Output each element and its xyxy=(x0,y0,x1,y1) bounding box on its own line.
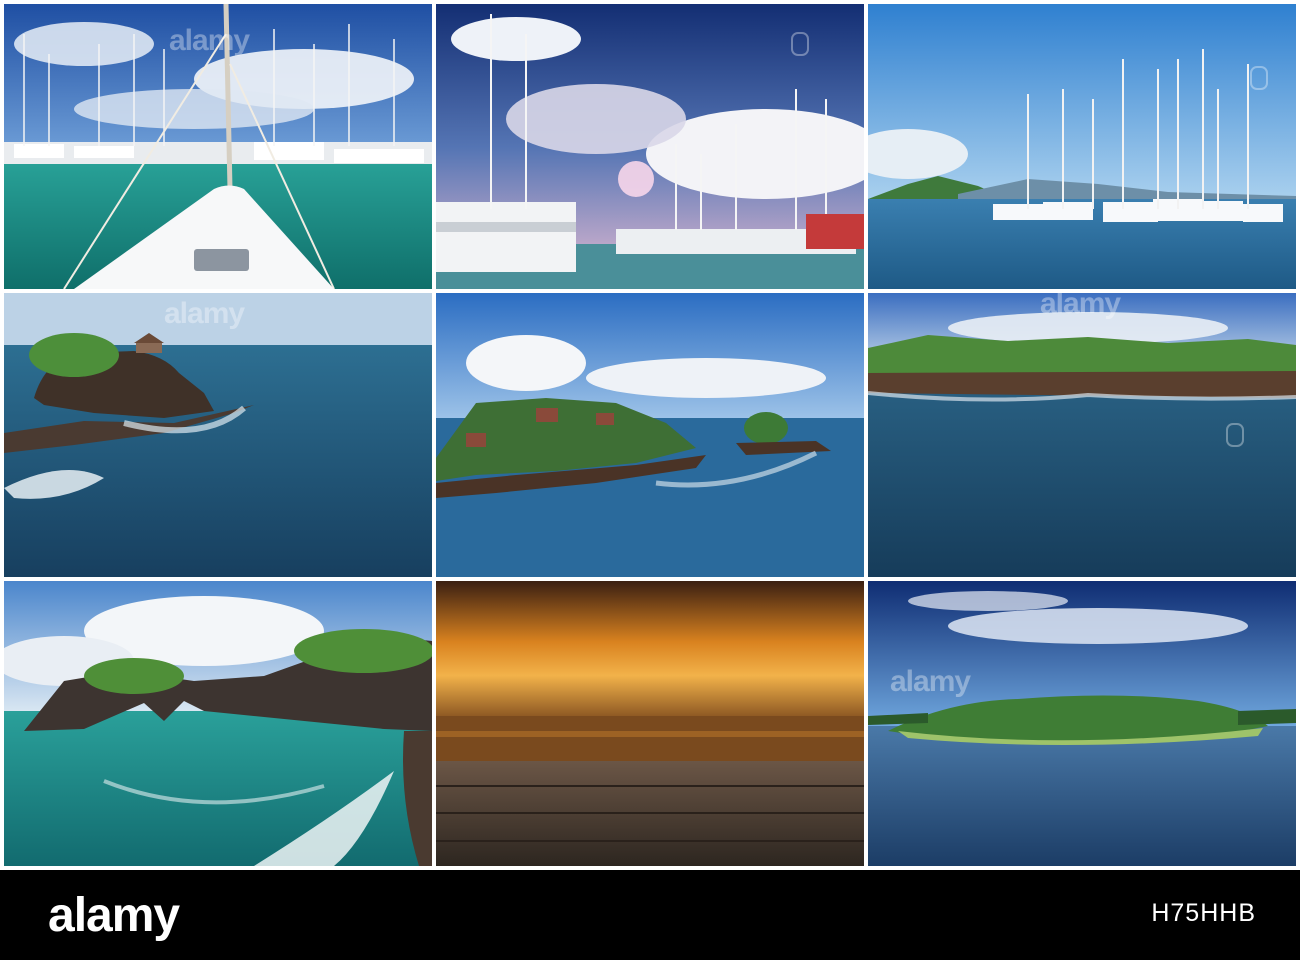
footer-image-id: H75HHB xyxy=(1151,899,1256,927)
photo-rock-islet: alamy xyxy=(4,293,432,577)
photo-sunset-planks xyxy=(436,581,864,866)
photo-collage: alamy alamy alamy alamy xyxy=(0,0,1300,870)
photo-marina-clouds xyxy=(436,4,864,289)
photo-sailboats-bay xyxy=(868,4,1296,289)
photo-river-island: alamy xyxy=(868,581,1296,866)
footer-logo: alamy xyxy=(48,889,180,942)
photo-marina-bow: alamy xyxy=(4,4,432,289)
photo-coastal-temple xyxy=(436,293,864,577)
photo-rock-arch xyxy=(4,581,432,866)
footer-bar: alamy H75HHB xyxy=(0,870,1300,960)
photo-green-coastline: alamy xyxy=(868,293,1296,577)
